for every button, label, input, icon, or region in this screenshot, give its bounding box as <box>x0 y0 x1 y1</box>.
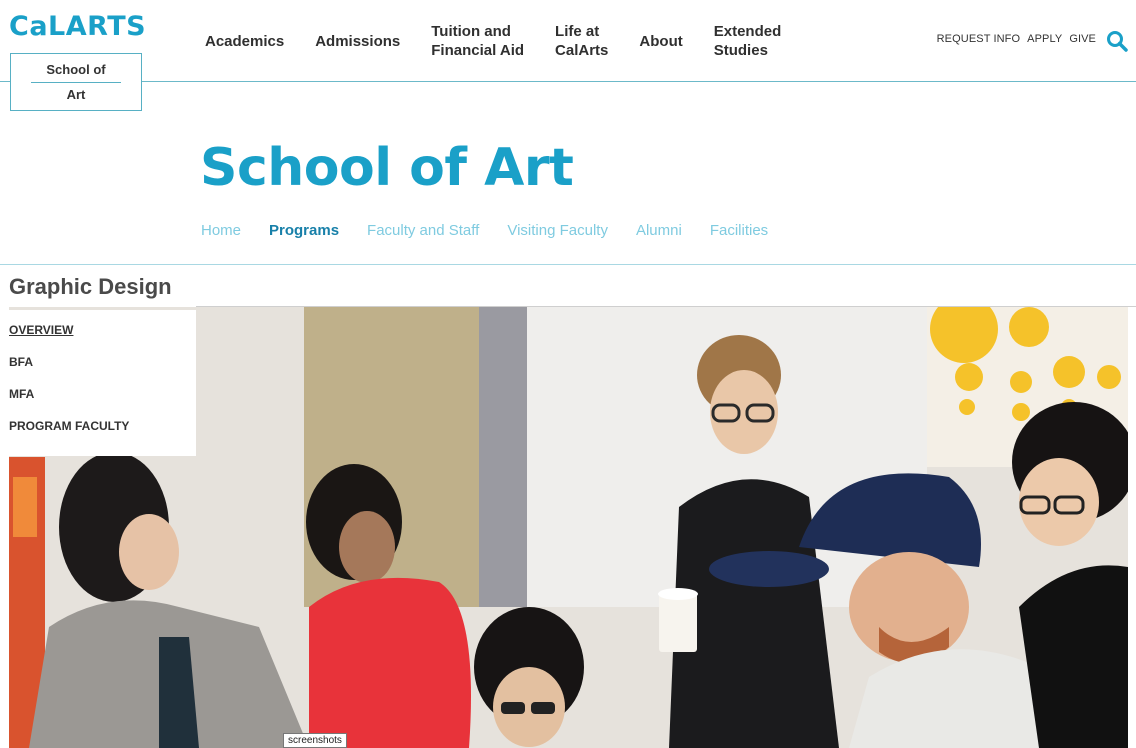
nav-admissions[interactable]: Admissions <box>315 32 400 51</box>
nav-extended-studies[interactable]: Extended Studies <box>714 22 782 60</box>
request-info-link[interactable]: REQUEST INFO <box>937 33 1021 45</box>
school-badge-line2: Art <box>66 87 86 102</box>
subnav-facilities[interactable]: Facilities <box>710 221 768 241</box>
section-title: Graphic Design <box>9 274 172 299</box>
nav-life-at-calarts[interactable]: Life at CalArts <box>555 22 608 60</box>
screenshots-tooltip: screenshots <box>283 733 347 748</box>
school-sub-nav: Home Programs Faculty and Staff Visiting… <box>201 221 796 241</box>
subnav-programs[interactable]: Programs <box>269 221 339 241</box>
side-menu-overview[interactable]: OVERVIEW <box>9 322 196 338</box>
apply-link[interactable]: APPLY <box>1027 33 1062 45</box>
subnav-visiting-faculty[interactable]: Visiting Faculty <box>507 221 608 241</box>
subnav-faculty-and-staff[interactable]: Faculty and Staff <box>367 221 479 241</box>
subnav-divider <box>0 264 1136 265</box>
nav-academics[interactable]: Academics <box>205 32 284 51</box>
side-menu-mfa[interactable]: MFA <box>9 386 196 402</box>
program-side-menu: OVERVIEW BFA MFA PROGRAM FACULTY <box>0 310 196 456</box>
main-nav: Academics Admissions Tuition and Financi… <box>205 20 810 62</box>
school-badge-line1: School of <box>46 62 106 77</box>
site-header: CaLARTS Academics Admissions Tuition and… <box>0 0 1136 82</box>
school-badge[interactable]: School of Art <box>10 53 142 111</box>
nav-about[interactable]: About <box>639 32 682 51</box>
school-badge-rule <box>31 82 121 83</box>
nav-tuition-financial-aid[interactable]: Tuition and Financial Aid <box>431 22 524 60</box>
utility-nav: REQUEST INFO APPLY GIVE <box>930 33 1096 45</box>
subnav-alumni[interactable]: Alumni <box>636 221 682 241</box>
subnav-home[interactable]: Home <box>201 221 241 241</box>
page-title: School of Art <box>200 138 574 198</box>
search-icon[interactable] <box>1106 30 1128 52</box>
calarts-logo[interactable]: CaLARTS <box>9 12 146 42</box>
give-link[interactable]: GIVE <box>1069 33 1096 45</box>
side-menu-program-faculty[interactable]: PROGRAM FACULTY <box>9 418 196 434</box>
side-menu-bfa[interactable]: BFA <box>9 354 196 370</box>
